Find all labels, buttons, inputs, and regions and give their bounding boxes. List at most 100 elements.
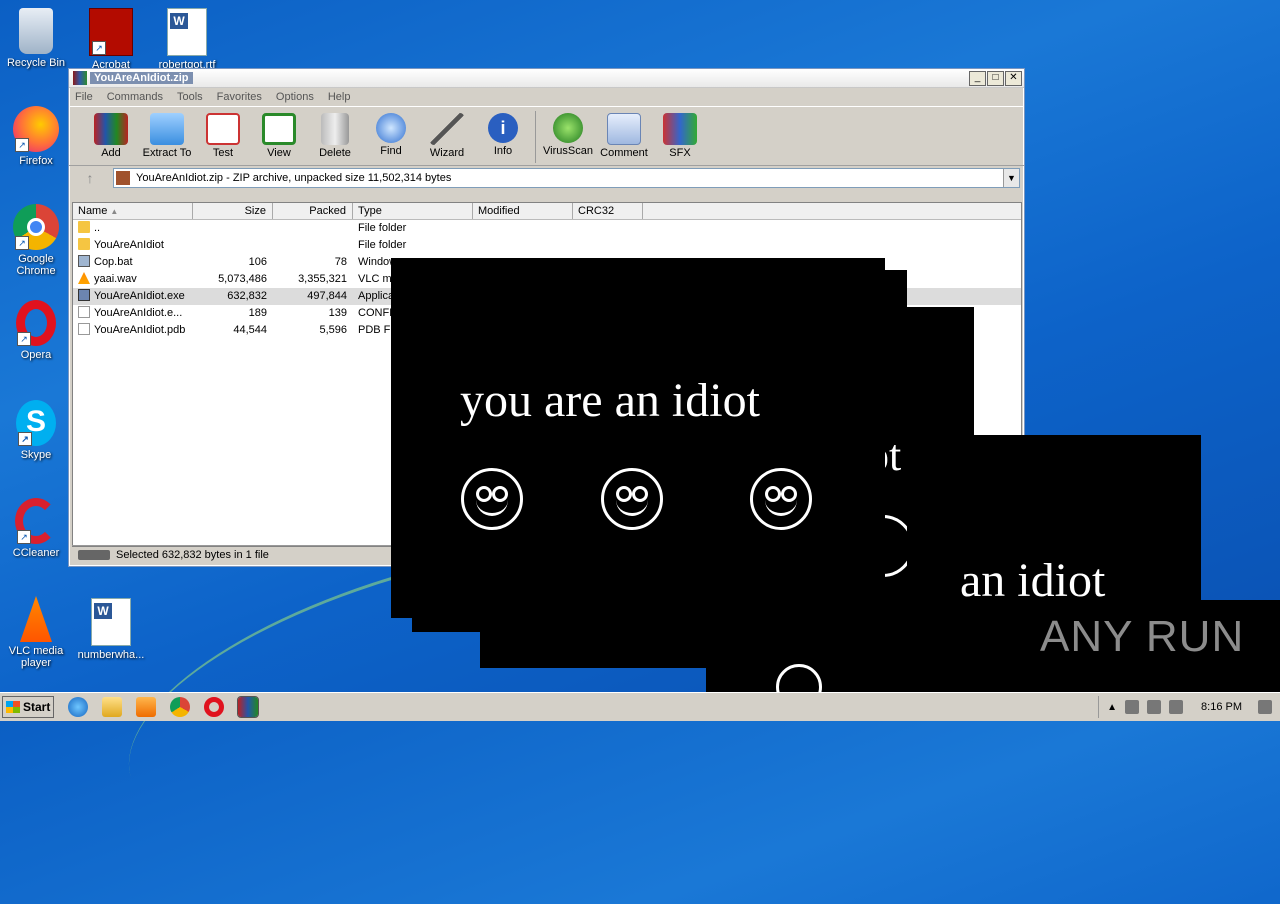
file-size: 632,832: [227, 290, 267, 302]
file-size: 5,073,486: [218, 273, 267, 285]
winrar-app-icon: [73, 71, 87, 85]
desktop-icon-label: Skype: [20, 449, 52, 461]
column-size[interactable]: Size: [193, 203, 273, 219]
delete-button[interactable]: Delete: [307, 107, 363, 159]
column-name[interactable]: Name ▲: [73, 203, 193, 219]
desktop-icon-robertgot[interactable]: W robertgot.rtf: [152, 8, 222, 71]
minimize-button[interactable]: _: [969, 70, 986, 86]
file-icon: [78, 323, 90, 335]
shortcut-arrow-icon: ↗: [15, 236, 29, 250]
menu-commands[interactable]: Commands: [107, 91, 163, 103]
extract-to-label: Extract To: [142, 147, 192, 159]
desktop-icon-label: Opera: [20, 349, 52, 361]
table-row[interactable]: .. File folder: [73, 220, 1021, 237]
maximize-button[interactable]: □: [987, 70, 1004, 86]
table-row[interactable]: YouAreAnIdiot File folder: [73, 237, 1021, 254]
word-document-icon: W: [91, 598, 131, 646]
shortcut-arrow-icon: ↗: [18, 432, 32, 446]
menu-options[interactable]: Options: [276, 91, 314, 103]
clipboard-check-icon: [206, 113, 240, 145]
popup-partial-text: an idiot: [960, 554, 1106, 607]
address-bar[interactable]: YouAreAnIdiot.zip - ZIP archive, unpacke…: [113, 168, 1020, 188]
desktop-icon-acrobat[interactable]: ↗ Acrobat: [76, 8, 146, 71]
speaker-icon[interactable]: [1125, 700, 1140, 714]
delete-label: Delete: [319, 147, 351, 159]
file-packed: [273, 237, 353, 254]
file-name: Cop.bat: [94, 256, 133, 268]
desktop-icon-ccleaner[interactable]: ↗ CCleaner: [1, 498, 71, 559]
tray-expand-icon[interactable]: ▲: [1107, 702, 1117, 713]
up-arrow-icon[interactable]: ↑: [73, 168, 107, 188]
chevron-down-icon[interactable]: ▼: [1003, 169, 1019, 187]
column-type[interactable]: Type: [353, 203, 473, 219]
file-icon: [78, 306, 90, 318]
show-desktop-icon[interactable]: [1258, 700, 1272, 714]
comment-button[interactable]: Comment: [596, 107, 652, 159]
desktop-icon-opera[interactable]: ↗ Opera: [1, 300, 71, 361]
view-label: View: [267, 147, 291, 159]
test-button[interactable]: Test: [195, 107, 251, 159]
shortcut-arrow-icon: ↗: [17, 530, 31, 544]
clock[interactable]: 8:16 PM: [1201, 701, 1242, 713]
add-button[interactable]: Add: [83, 107, 139, 159]
smiley-face-icon: [601, 468, 663, 530]
desktop-icon-skype[interactable]: S ↗ Skype: [1, 400, 71, 461]
file-explorer-icon[interactable]: [102, 697, 122, 717]
batch-file-icon: [78, 255, 90, 267]
desktop-icon-label: Google Chrome: [16, 253, 56, 277]
menu-tools[interactable]: Tools: [177, 91, 203, 103]
sfx-button[interactable]: SFX: [652, 107, 708, 159]
wizard-button[interactable]: Wizard: [419, 107, 475, 159]
media-player-icon[interactable]: [136, 697, 156, 717]
desktop-icon-vlc[interactable]: VLC media player: [1, 596, 71, 669]
column-modified[interactable]: Modified: [473, 203, 573, 219]
network-icon[interactable]: [1147, 700, 1162, 714]
info-button[interactable]: i Info: [475, 107, 531, 157]
internet-explorer-icon[interactable]: [68, 697, 88, 717]
file-packed: 497,844: [307, 290, 347, 302]
view-button[interactable]: View: [251, 107, 307, 159]
skype-icon: S ↗: [16, 400, 56, 446]
archive-books-icon: [94, 113, 128, 145]
desktop-icon-chrome[interactable]: ↗ Google Chrome: [1, 204, 71, 277]
virusscan-button[interactable]: VirusScan: [540, 107, 596, 157]
winrar-taskbar-icon[interactable]: [237, 696, 259, 718]
virus-bug-icon: [553, 113, 583, 143]
menu-favorites[interactable]: Favorites: [217, 91, 262, 103]
flag-icon[interactable]: [1169, 700, 1184, 714]
smiley-face-icon: [776, 664, 822, 692]
menu-bar: File Commands Tools Favorites Options He…: [69, 88, 1024, 106]
column-name-label: Name: [78, 205, 108, 217]
folder-icon: [78, 238, 90, 250]
chrome-icon[interactable]: [170, 697, 190, 717]
column-crc32[interactable]: CRC32: [573, 203, 643, 219]
wizard-label: Wizard: [429, 147, 465, 159]
file-name: yaai.wav: [94, 273, 137, 285]
find-button[interactable]: Find: [363, 107, 419, 157]
desktop-icon-label: numberwha...: [77, 649, 145, 661]
menu-help[interactable]: Help: [328, 91, 351, 103]
folder-up-icon: [78, 221, 90, 233]
firefox-icon: ↗: [13, 106, 59, 152]
close-button[interactable]: ✕: [1005, 70, 1022, 86]
desktop-icon-label: Firefox: [19, 155, 53, 167]
file-size: 106: [248, 256, 267, 268]
file-packed: [273, 220, 353, 237]
desktop-icon-recycle-bin[interactable]: Recycle Bin: [1, 8, 71, 69]
menu-file[interactable]: File: [75, 91, 93, 103]
sfx-label: SFX: [669, 147, 691, 159]
extract-to-button[interactable]: Extract To: [139, 107, 195, 159]
file-size: [193, 220, 273, 237]
popup-window-right-edge[interactable]: [885, 307, 974, 437]
popup-window-front[interactable]: you are an idiot: [391, 258, 885, 618]
find-label: Find: [380, 145, 402, 157]
start-button[interactable]: Start: [2, 696, 54, 718]
desktop-icon-firefox[interactable]: ↗ Firefox: [1, 106, 71, 167]
window-titlebar[interactable]: YouAreAnIdiot.zip _ □ ✕: [69, 69, 1024, 88]
smiley-face-icon: [461, 468, 523, 530]
recycle-bin-icon: [19, 8, 53, 54]
magic-wand-icon: [430, 113, 464, 145]
column-packed[interactable]: Packed: [273, 203, 353, 219]
opera-icon[interactable]: [204, 697, 224, 717]
desktop-icon-numberwha[interactable]: W numberwha...: [76, 598, 146, 661]
